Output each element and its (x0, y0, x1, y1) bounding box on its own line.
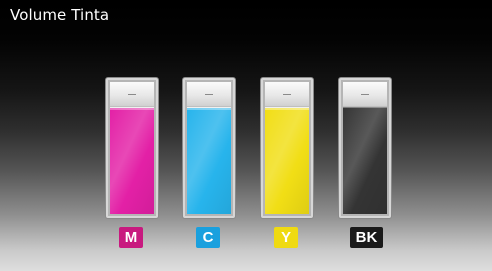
ink-tank-cyan (183, 78, 235, 218)
ink-level-fill-magenta (110, 108, 154, 214)
screen-title: Volume Tinta (10, 6, 110, 24)
ink-volume-screen: Volume Tinta M C Y BK (0, 0, 492, 271)
cap-dash-icon (128, 94, 136, 95)
tank-cap (110, 82, 154, 107)
ink-level-fill-cyan (187, 108, 231, 214)
cap-dash-icon (205, 94, 213, 95)
ink-level-fill-yellow (265, 108, 309, 214)
ink-level-fill-black (343, 105, 387, 215)
tank-cap (343, 82, 387, 107)
ink-label-cyan: C (196, 227, 220, 248)
ink-tank-magenta (106, 78, 158, 218)
ink-label-yellow: Y (274, 227, 298, 248)
tank-cap (187, 82, 231, 107)
tank-cap (265, 82, 309, 107)
ink-label-magenta: M (119, 227, 143, 248)
cap-dash-icon (283, 94, 291, 95)
ink-label-black: BK (350, 227, 383, 248)
cap-dash-icon (361, 94, 369, 95)
ink-tank-yellow (261, 78, 313, 218)
ink-tank-black (339, 78, 391, 218)
